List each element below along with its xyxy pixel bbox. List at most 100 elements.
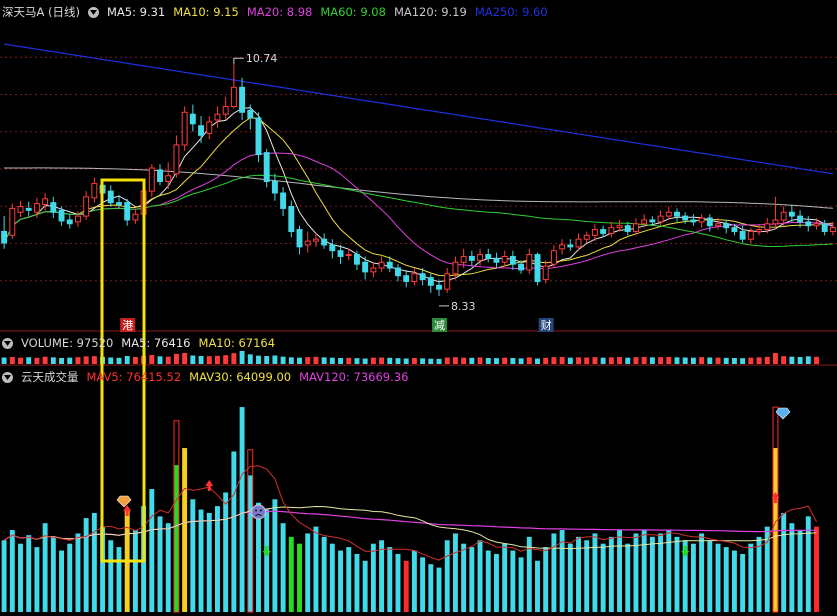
indicator-bar xyxy=(469,547,475,612)
indicator-bar xyxy=(91,512,97,612)
high-pointer xyxy=(233,57,244,65)
collapse-icon[interactable] xyxy=(88,6,99,18)
candle-body xyxy=(58,209,65,222)
candle-body xyxy=(230,86,237,108)
sad-face-eye xyxy=(254,509,257,512)
candle-body xyxy=(624,225,631,232)
volume-bar xyxy=(362,358,368,364)
volume-title: VOLUME: 97520 xyxy=(21,336,114,350)
volume-bar xyxy=(34,357,40,364)
candle-body xyxy=(124,202,131,221)
mav120-label: MAV120: 73669.36 xyxy=(299,370,409,384)
volume-bar xyxy=(297,357,302,364)
indicator-bar xyxy=(198,509,204,612)
volume-bar xyxy=(206,356,212,364)
ma20-label: MA20: 8.98 xyxy=(246,5,313,19)
diamond-icon xyxy=(116,495,132,508)
indicator-bar xyxy=(387,547,393,612)
candle-body xyxy=(247,109,254,119)
candle-body xyxy=(132,213,139,221)
indicator-bar xyxy=(428,564,434,612)
indicator-bar xyxy=(485,550,491,612)
indicator-bar xyxy=(108,540,114,612)
indicator-bar xyxy=(34,547,40,612)
volume-bar xyxy=(67,357,73,364)
volume-bar xyxy=(789,356,795,364)
candle-body xyxy=(493,257,500,263)
indicator-bar xyxy=(493,553,499,612)
indicator-bar xyxy=(518,557,524,612)
collapse-icon[interactable] xyxy=(2,337,13,349)
indicator-bar xyxy=(206,512,212,612)
volume-bar xyxy=(239,351,245,364)
candle-body xyxy=(74,215,81,223)
volume-bar xyxy=(576,357,581,364)
candle-body xyxy=(66,219,73,225)
indicator-bar xyxy=(510,550,516,612)
candle-body xyxy=(83,196,90,217)
indicator-bar xyxy=(748,543,754,612)
indicator-bar xyxy=(403,560,409,612)
event-tag-label: 财 xyxy=(541,318,552,332)
volume-bar xyxy=(633,357,639,364)
volume-bar xyxy=(477,357,483,364)
indicator-bar xyxy=(444,540,450,612)
candle-body xyxy=(813,223,820,227)
volume-bar xyxy=(247,354,253,364)
volume-bar xyxy=(420,358,426,364)
volume-bar xyxy=(814,356,819,364)
indicator-bar xyxy=(715,543,721,612)
candle-body xyxy=(550,250,557,265)
candle-body xyxy=(42,198,49,206)
ma120-label: MA120: 9.19 xyxy=(393,5,467,19)
volume-bar xyxy=(461,357,467,364)
candle-body xyxy=(649,219,656,223)
candle-body xyxy=(198,125,205,136)
volume-bar xyxy=(649,357,655,364)
volume-ma5-label: MA5: 76416 xyxy=(121,336,191,350)
indicator-bar xyxy=(740,553,746,612)
candle-body xyxy=(764,223,771,231)
indicator-bar xyxy=(707,540,713,612)
volume-bar xyxy=(699,357,705,364)
indicator-bar xyxy=(584,540,590,612)
ma10-label: MA10: 9.15 xyxy=(173,5,239,19)
indicator-bar xyxy=(214,506,220,612)
candle-body xyxy=(616,225,623,229)
indicator-bar xyxy=(567,543,573,612)
volume-bar xyxy=(26,357,32,364)
indicator-bar xyxy=(649,536,655,612)
indicator-bar xyxy=(313,526,319,612)
indicator-header: 云天成交量 MAV5: 76415.52 MAV30: 64099.00 MAV… xyxy=(2,369,416,385)
candle-body xyxy=(583,234,590,240)
volume-bar xyxy=(305,357,311,364)
candle-body xyxy=(157,169,163,182)
candle-body xyxy=(370,267,377,273)
candle-body xyxy=(386,261,393,269)
indicator-bar xyxy=(149,489,155,612)
collapse-icon[interactable] xyxy=(2,371,13,383)
candle-body xyxy=(731,227,738,232)
volume-bar xyxy=(42,356,48,364)
volume-bar xyxy=(715,357,721,364)
indicator-bar xyxy=(338,550,344,612)
indicator-bar xyxy=(814,526,819,612)
indicator-bar xyxy=(272,499,278,612)
indicator-bar xyxy=(190,499,196,612)
candle-body xyxy=(17,205,24,213)
candle-body xyxy=(337,250,344,257)
volume-bar xyxy=(444,357,450,364)
volume-bar xyxy=(280,356,286,364)
volume-bar xyxy=(272,355,278,364)
candle-body xyxy=(526,254,533,271)
candle-body xyxy=(518,263,525,271)
indicator-bar xyxy=(280,523,286,612)
indicator-bar xyxy=(247,475,253,612)
candle-body xyxy=(427,277,434,286)
candle-body xyxy=(575,238,582,248)
mav30-label: MAV30: 64099.00 xyxy=(189,370,292,384)
volume-strip xyxy=(1,351,819,364)
indicator-bar xyxy=(608,536,614,612)
candle-body xyxy=(632,223,639,232)
indicator-bar xyxy=(781,512,787,612)
